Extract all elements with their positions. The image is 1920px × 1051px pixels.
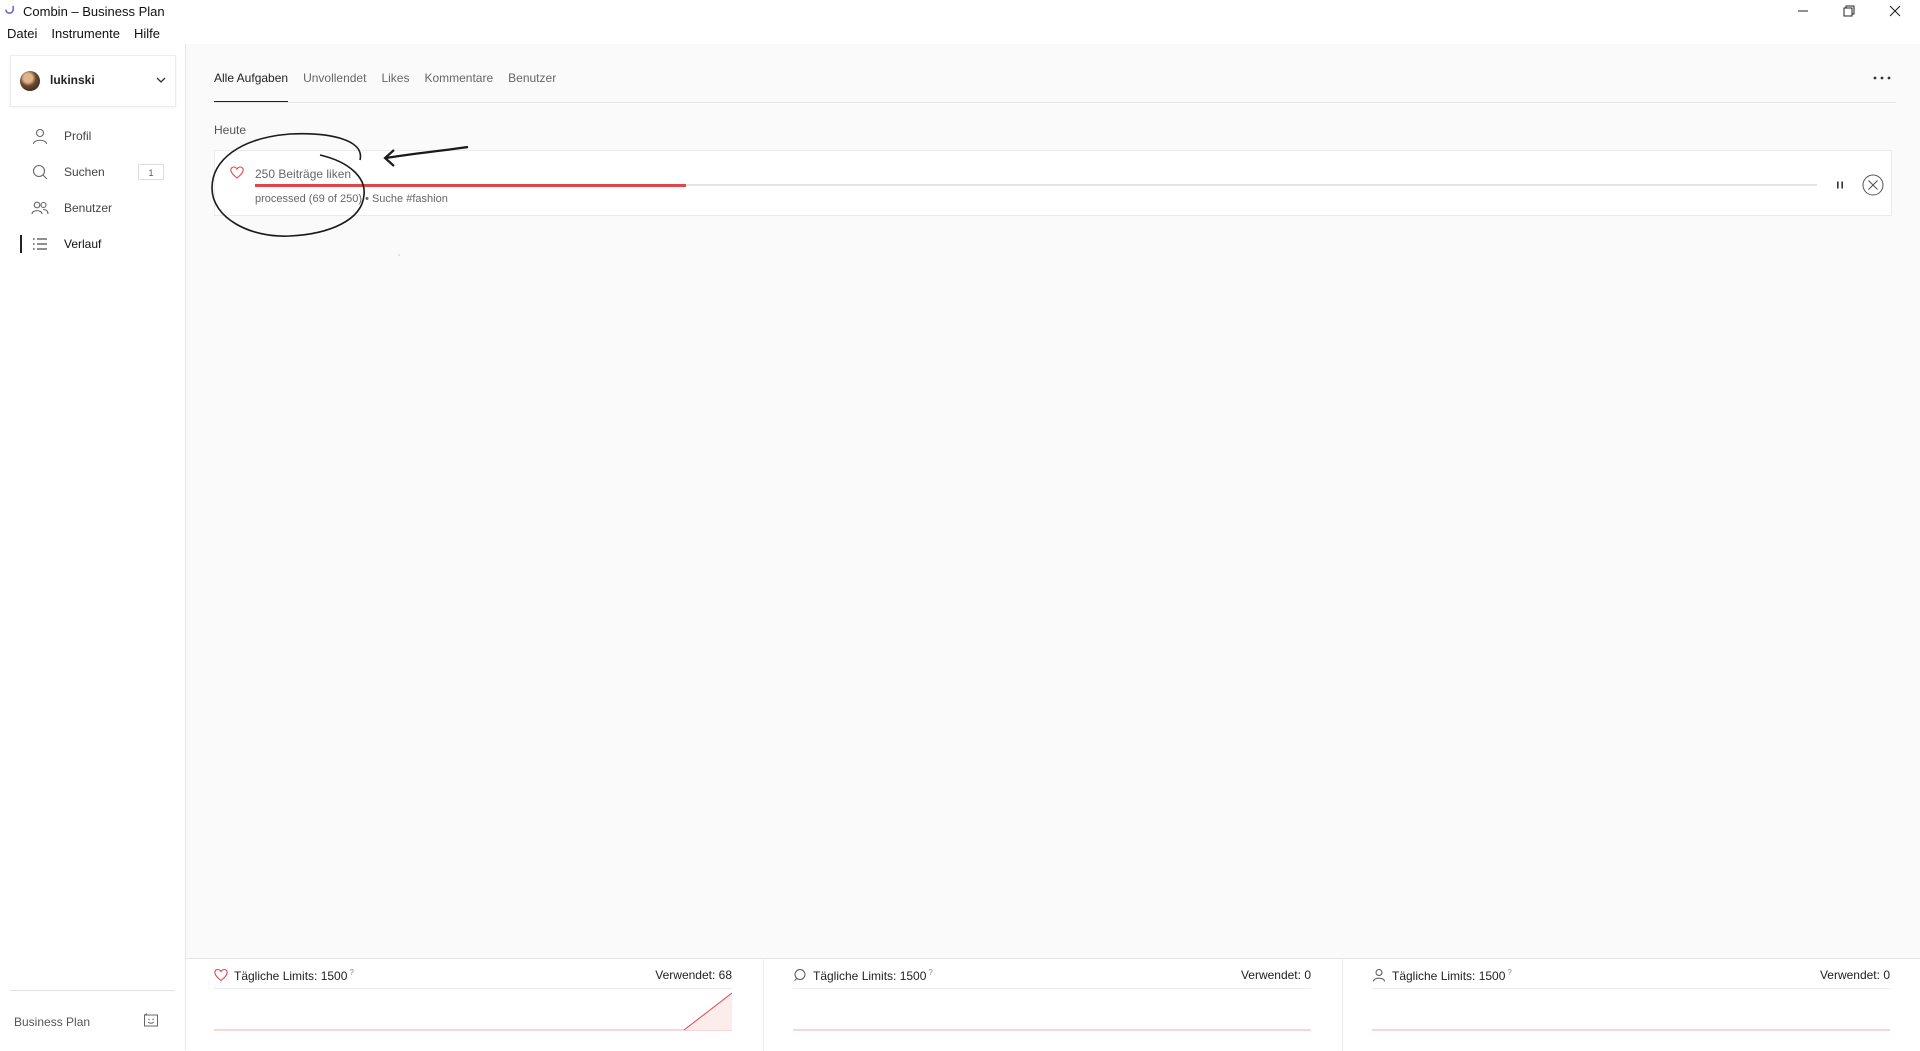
minimize-icon [1798, 10, 1808, 12]
help-icon[interactable]: ? [349, 968, 353, 977]
account-switcher[interactable]: lukinski [10, 55, 176, 107]
menu-bar: Datei Instrumente Hilfe [0, 24, 167, 44]
close-button[interactable] [1872, 0, 1918, 22]
plan-label: Business Plan [14, 1015, 91, 1029]
list-icon [33, 238, 47, 250]
task-tabs: Alle Aufgaben Unvollendet Likes Kommenta… [214, 44, 571, 103]
used-count: Verwendet: 0 [1819, 968, 1890, 982]
panel-separator [763, 959, 764, 1051]
restore-icon [1843, 5, 1855, 17]
task-title: 250 Beiträge liken [255, 167, 352, 181]
pause-icon[interactable] [1835, 180, 1845, 190]
sidebar-item-label: Verlauf [64, 237, 102, 251]
users-limit-panel: Tägliche Limits: 1500? Verwendet: 0 [1372, 959, 1890, 1051]
sidebar-item-suchen[interactable]: Suchen 1 [0, 154, 185, 190]
sidebar: lukinski Profil Suchen 1 Benutzer Verlau… [0, 44, 186, 1050]
panel-separator [1342, 959, 1343, 1051]
user-icon [32, 128, 48, 145]
sidebar-item-profil[interactable]: Profil [0, 118, 185, 154]
restore-button[interactable] [1826, 0, 1872, 22]
more-options-icon[interactable] [1872, 75, 1892, 81]
tab-kommentare[interactable]: Kommentare [424, 44, 493, 102]
tabs-divider [214, 102, 1896, 103]
limit-label: Tägliche Limits: 1500? [813, 968, 933, 983]
sidebar-item-label: Profil [64, 129, 92, 143]
sidebar-nav: Profil Suchen 1 Benutzer Verlauf [0, 118, 185, 262]
tab-alle-aufgaben[interactable]: Alle Aufgaben [214, 44, 289, 103]
usage-sparkline [214, 992, 732, 1031]
search-limit-panel: Tägliche Limits: 1500? Verwendet: 0 [793, 959, 1311, 1051]
cancel-task-icon[interactable] [1861, 173, 1885, 197]
app-logo-icon [5, 5, 14, 14]
window-title: Combin – Business Plan [23, 4, 165, 19]
help-icon[interactable]: ? [928, 968, 932, 977]
heart-icon [214, 968, 228, 982]
likes-limit-panel: Tägliche Limits: 1500? Verwendet: 68 [214, 959, 732, 1051]
usage-sparkline [1372, 1029, 1890, 1031]
close-icon [1889, 5, 1901, 17]
menu-instrumente[interactable]: Instrumente [44, 24, 127, 44]
search-count-badge: 1 [138, 164, 164, 180]
task-card[interactable]: 250 Beiträge liken processed (69 of 250)… [214, 150, 1892, 216]
avatar [20, 71, 40, 91]
used-count: Verwendet: 68 [655, 968, 732, 982]
sidebar-item-label: Suchen [64, 165, 105, 179]
sidebar-footer: Business Plan [10, 990, 175, 1029]
help-icon[interactable]: ? [1507, 968, 1511, 977]
section-heading: Heute [214, 123, 247, 137]
search-icon [32, 164, 48, 180]
stray-dot [398, 254, 400, 256]
task-status: processed (69 of 250) • Suche #fashion [255, 193, 448, 205]
feedback-icon[interactable] [143, 1013, 159, 1029]
tab-likes[interactable]: Likes [381, 44, 409, 102]
minimize-button[interactable] [1780, 0, 1826, 22]
tab-unvollendet[interactable]: Unvollendet [303, 44, 366, 102]
user-icon [1373, 969, 1385, 982]
usage-sparkline [793, 1029, 1311, 1031]
limit-label: Tägliche Limits: 1500? [1392, 968, 1512, 983]
tab-benutzer[interactable]: Benutzer [508, 44, 556, 102]
account-name: lukinski [50, 73, 95, 87]
daily-limits-bar: Tägliche Limits: 1500? Verwendet: 68 Täg… [186, 958, 1920, 1051]
sidebar-item-verlauf[interactable]: Verlauf [0, 226, 185, 262]
menu-datei[interactable]: Datei [0, 24, 44, 44]
chevron-down-icon [156, 77, 166, 83]
main-content: Alle Aufgaben Unvollendet Likes Kommenta… [186, 44, 1920, 958]
search-icon [794, 969, 806, 982]
users-icon [31, 201, 49, 215]
title-bar: Combin – Business Plan [0, 0, 1920, 22]
sidebar-item-label: Benutzer [64, 201, 113, 215]
task-progress-fill [255, 183, 687, 187]
menu-hilfe[interactable]: Hilfe [127, 24, 167, 44]
used-count: Verwendet: 0 [1240, 968, 1311, 982]
limit-label: Tägliche Limits: 1500? [234, 968, 354, 983]
task-progress-bar [255, 183, 1817, 187]
sidebar-item-benutzer[interactable]: Benutzer [0, 190, 185, 226]
heart-icon [230, 166, 244, 179]
active-indicator [20, 235, 22, 253]
